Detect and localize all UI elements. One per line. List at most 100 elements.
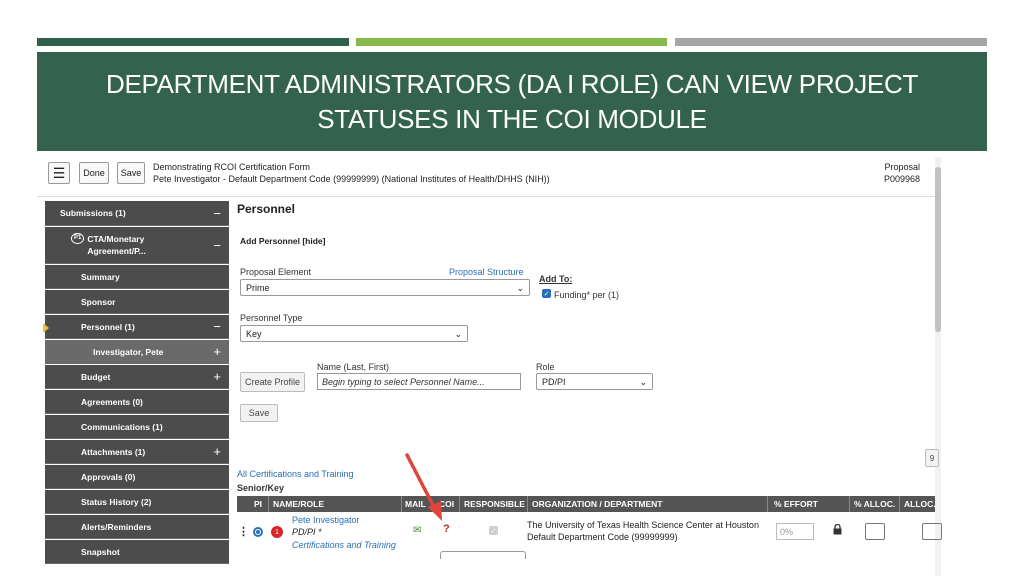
personnel-type-select[interactable]: Key ⌄ [240, 325, 468, 342]
sidebar-item-status-history[interactable]: Status History (2) [45, 490, 229, 514]
proposal-id-block: Proposal P009968 [884, 161, 920, 185]
add-personnel-toggle[interactable]: Add Personnel [hide] [240, 236, 325, 246]
sidebar-item-approvals[interactable]: Approvals (0) [45, 465, 229, 489]
all-certifications-link[interactable]: All Certifications and Training [237, 469, 354, 479]
coi-status-icon[interactable]: ? [443, 523, 450, 535]
col-pi: PI [254, 499, 263, 509]
senior-key-label: Senior/Key [237, 483, 285, 493]
funding-checkbox[interactable]: ✓ [542, 289, 551, 298]
col-separator [527, 496, 528, 512]
app-header: ☰ Done Save Demonstrating RCOI Certifica… [37, 155, 942, 197]
col-alloc: % ALLOC. [854, 499, 896, 509]
sidebar-item-summary[interactable]: Summary [45, 265, 229, 289]
certifications-training-link[interactable]: Certifications and Training [292, 540, 396, 550]
col-organization: ORGANIZATION / DEPARTMENT [532, 499, 663, 509]
sidebar-item-label: Summary [81, 271, 120, 282]
row-actions-icon[interactable]: ⋮ [238, 525, 249, 538]
sidebar-item-label: Attachments (1) [81, 446, 146, 457]
sidebar-item-label: Communications (1) [81, 421, 163, 432]
page-title: Personnel [237, 202, 296, 216]
sidebar-item-submissions[interactable]: Submissions (1) − [45, 201, 229, 226]
sidebar-item-label: CTA/Monetary Agreement/P... [87, 234, 146, 256]
sidebar-item-label: Status History (2) [81, 496, 152, 507]
alloc-input-2[interactable] [922, 523, 942, 540]
row-number-badge: 1 [271, 526, 283, 538]
sidebar-item-label: Alerts/Reminders [81, 521, 152, 532]
collapse-icon[interactable]: − [213, 319, 221, 334]
save-button[interactable]: Save [117, 162, 145, 184]
col-separator [899, 496, 900, 512]
investigator-role: PD/PI * [292, 527, 322, 537]
col-separator [849, 496, 850, 512]
sidebar-item-budget[interactable]: Budget + [45, 365, 229, 389]
sidebar: Submissions (1) − P1 CTA/Monetary Agreem… [45, 201, 229, 576]
sidebar-item-label-wrap: P1 CTA/Monetary Agreement/P... [45, 233, 175, 257]
partial-control[interactable]: 9 [925, 449, 939, 467]
sidebar-item-communications[interactable]: Communications (1) [45, 415, 229, 439]
funding-label: Funding* per (1) [554, 290, 620, 300]
annotation-arrow-icon [405, 453, 442, 521]
effort-input[interactable]: 0% [776, 523, 814, 540]
personnel-name-input[interactable]: Begin typing to select Personnel Name... [317, 373, 521, 390]
slide-title: DEPARTMENT ADMINISTRATORS (DA I ROLE) CA… [105, 68, 919, 134]
col-separator [767, 496, 768, 512]
col-effort: % EFFORT [774, 499, 818, 509]
lock-icon [833, 523, 842, 537]
name-label: Name (Last, First) [317, 362, 390, 372]
department-name: Default Department Code (99999999) [527, 532, 678, 542]
expand-icon[interactable]: + [213, 444, 221, 459]
chevron-down-icon: ⌄ [454, 329, 462, 339]
mail-icon[interactable]: ✉ [413, 525, 421, 536]
sidebar-item-sponsor[interactable]: Sponsor [45, 290, 229, 314]
col-separator [459, 496, 460, 512]
active-item-marker-icon [43, 323, 49, 333]
proposal-badge-icon: P1 [71, 233, 85, 244]
proposal-structure-link[interactable]: Proposal Structure [449, 267, 524, 277]
sidebar-item-cta-agreement[interactable]: P1 CTA/Monetary Agreement/P... − [45, 227, 229, 264]
pi-radio[interactable] [253, 527, 263, 537]
collapse-icon[interactable]: − [213, 238, 221, 253]
investigator-name-link[interactable]: Pete Investigator [292, 515, 360, 525]
sidebar-item-label: Submissions (1) [60, 208, 126, 218]
sidebar-item-snapshot[interactable]: Snapshot [45, 540, 229, 564]
add-to-label: Add To: [539, 274, 573, 284]
done-button[interactable]: Done [79, 162, 109, 184]
sidebar-item-label: Snapshot [81, 546, 120, 557]
create-profile-button[interactable]: Create Profile [240, 372, 305, 392]
form-subtitle: Pete Investigator - Default Department C… [153, 174, 550, 184]
proposal-label: Proposal [884, 162, 920, 172]
role-label: Role [536, 362, 555, 372]
role-select[interactable]: PD/PI ⌄ [536, 373, 653, 390]
proposal-element-select[interactable]: Prime ⌄ [240, 279, 530, 296]
sidebar-item-attachments[interactable]: Attachments (1) + [45, 440, 229, 464]
sidebar-item-label: Approvals (0) [81, 471, 136, 482]
sidebar-item-personnel[interactable]: Personnel (1) − [45, 315, 229, 339]
col-responsible: RESPONSIBLE [464, 499, 525, 509]
sidebar-item-investigator[interactable]: Investigator, Pete + [45, 340, 229, 364]
responsible-checkbox[interactable]: ✓ [489, 526, 498, 535]
lock-icon-shape [833, 523, 842, 535]
col-alloc-2: ALLOC. [904, 499, 936, 509]
chevron-down-icon: ⌄ [639, 377, 647, 387]
alloc-input[interactable] [865, 523, 885, 540]
expand-icon[interactable]: + [213, 369, 221, 384]
main-content: Personnel Add Personnel [hide] Proposal … [237, 201, 942, 576]
app-screenshot: ☰ Done Save Demonstrating RCOI Certifica… [37, 155, 942, 576]
accent-bar-gray [675, 38, 987, 46]
form-title: Demonstrating RCOI Certification Form [153, 162, 311, 172]
organization-name: The University of Texas Health Science C… [527, 520, 759, 530]
sidebar-item-alerts[interactable]: Alerts/Reminders [45, 515, 229, 539]
scrollbar-thumb[interactable] [935, 167, 941, 332]
sidebar-item-agreements[interactable]: Agreements (0) [45, 390, 229, 414]
expand-icon[interactable]: + [213, 344, 221, 359]
radio-dot [256, 530, 260, 534]
proposal-element-value: Prime [246, 282, 270, 293]
collapse-icon[interactable]: − [213, 206, 221, 221]
chevron-down-icon: ⌄ [516, 283, 524, 293]
accent-bar-dark-green [37, 38, 349, 46]
sidebar-item-label: Personnel (1) [81, 321, 135, 332]
save-personnel-button[interactable]: Save [240, 404, 278, 422]
col-name-role: NAME/ROLE [273, 499, 324, 509]
title-banner: DEPARTMENT ADMINISTRATORS (DA I ROLE) CA… [37, 52, 987, 151]
menu-icon[interactable]: ☰ [48, 162, 70, 184]
